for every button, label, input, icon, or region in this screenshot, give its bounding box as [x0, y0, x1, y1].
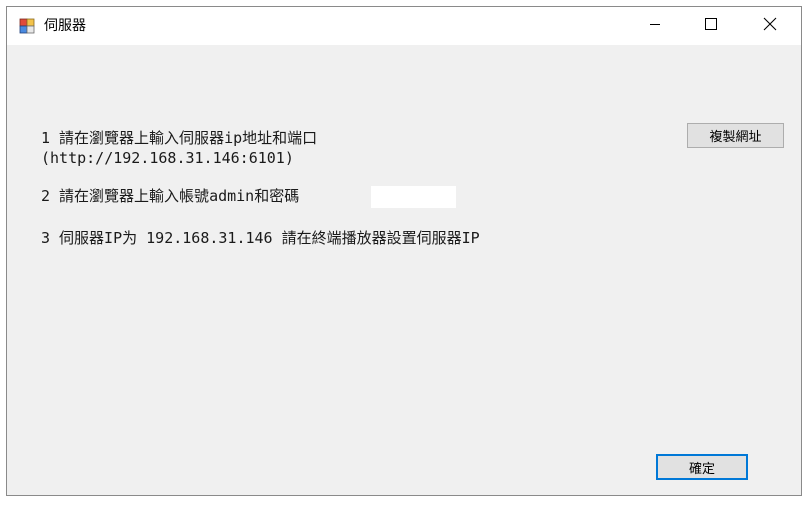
server-url-text: (http://192.168.31.146:6101): [41, 149, 294, 167]
close-button[interactable]: [747, 7, 793, 45]
password-field[interactable]: [371, 186, 456, 208]
title-bar[interactable]: 伺服器: [7, 7, 801, 45]
step1-instruction: 1 請在瀏覽器上輸入伺服器ip地址和端口: [41, 129, 318, 147]
close-icon: [763, 17, 777, 36]
minimize-icon: [649, 17, 661, 35]
server-dialog-window: 伺服器 1 請在瀏覽器上輸入伺服器ip地址和端口 (http://192.168…: [6, 6, 802, 496]
step2-instruction: 2 請在瀏覽器上輸入帳號admin和密碼: [41, 187, 300, 205]
minimize-button[interactable]: [632, 7, 678, 45]
maximize-icon: [705, 17, 717, 35]
window-title: 伺服器: [44, 18, 86, 34]
maximize-button[interactable]: [688, 7, 734, 45]
copy-url-button[interactable]: 複製網址: [687, 123, 784, 148]
step3-instruction: 3 伺服器IP为 192.168.31.146 請在終端播放器設置伺服器IP: [41, 229, 480, 247]
ok-button[interactable]: 確定: [656, 454, 748, 480]
app-icon: [19, 18, 35, 34]
